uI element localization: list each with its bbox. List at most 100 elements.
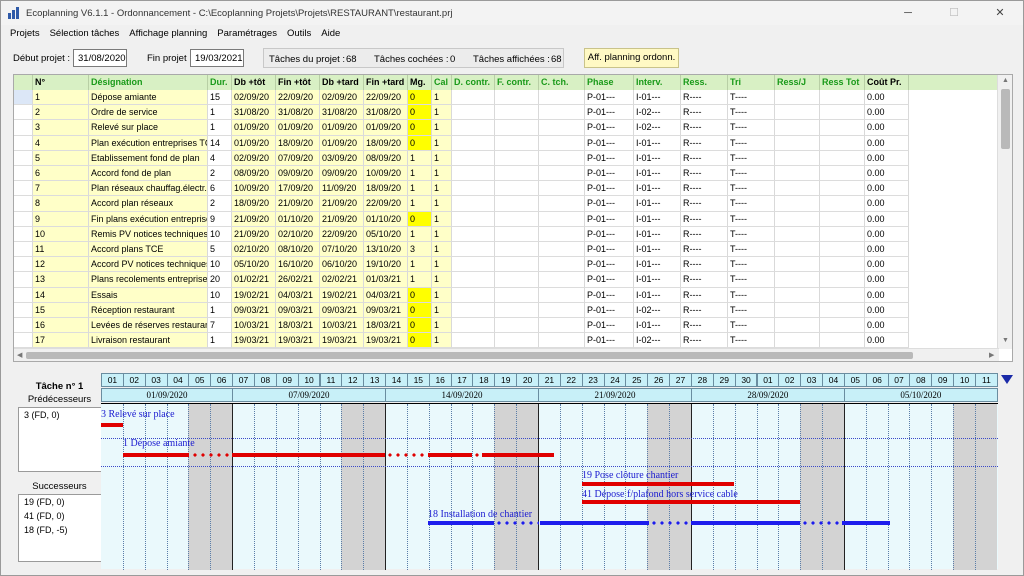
cell-ress[interactable]: R---- <box>681 150 728 166</box>
cell-c-tch[interactable] <box>539 318 585 334</box>
gantt-bar-task-18[interactable] <box>540 521 649 525</box>
cell-fin-tard[interactable]: 31/08/20 <box>364 105 408 121</box>
column-header-ress-j[interactable]: Ress/J <box>775 75 820 90</box>
cell-ress[interactable]: R---- <box>681 196 728 212</box>
table-row[interactable]: 1 Dépose amiante 15 02/09/20 22/09/20 02/09/2… <box>14 90 999 106</box>
cell-db-tard[interactable]: 01/09/20 <box>320 120 364 136</box>
gantt-timeline[interactable]: 3 Relevé sur place 1 Dépose amiante 19 Pos… <box>101 403 998 570</box>
cell-interv[interactable]: I-01--- <box>634 287 681 303</box>
cell-mg[interactable]: 0 <box>408 90 432 106</box>
cell-phase[interactable]: P-01--- <box>585 318 634 334</box>
cell-tri[interactable]: T---- <box>728 272 775 288</box>
cell-fin-tot[interactable]: 16/10/20 <box>276 257 320 273</box>
cell-cout-pr[interactable]: 0.00 <box>865 181 909 197</box>
cell-designation[interactable]: Réception restaurant <box>89 302 208 318</box>
start-date-field[interactable]: 31/08/2020 <box>73 49 127 67</box>
cell-d-contr[interactable] <box>452 166 495 182</box>
cell-mg[interactable]: 0 <box>408 318 432 334</box>
gantt-task-label[interactable]: 18 Installation de chantier <box>428 509 532 520</box>
scroll-right-icon[interactable]: ▶ <box>989 351 994 359</box>
cell-num[interactable]: 7 <box>33 181 89 197</box>
gantt-bar-task-18[interactable] <box>428 521 494 525</box>
table-row[interactable]: 3 Relevé sur place 1 01/09/20 01/09/20 01/09/… <box>14 120 999 136</box>
cell-ress[interactable]: R---- <box>681 105 728 121</box>
column-header-designation[interactable]: Désignation <box>89 75 208 90</box>
cell-ress[interactable]: R---- <box>681 242 728 258</box>
cell-interv[interactable]: I-01--- <box>634 196 681 212</box>
cell-cout-pr[interactable]: 0.00 <box>865 287 909 303</box>
scroll-down-icon[interactable]: ▼ <box>1002 337 1009 344</box>
row-selector[interactable] <box>14 318 33 334</box>
cell-ress[interactable]: R---- <box>681 287 728 303</box>
cell-ress[interactable]: R---- <box>681 302 728 318</box>
cell-ress-j[interactable] <box>775 135 820 151</box>
cell-fin-tard[interactable]: 10/09/20 <box>364 166 408 182</box>
cell-f-contr[interactable] <box>495 302 539 318</box>
cell-phase[interactable]: P-01--- <box>585 150 634 166</box>
successor-item[interactable]: 41 (FD, 0) <box>19 509 101 523</box>
cell-db-tard[interactable]: 02/09/20 <box>320 90 364 106</box>
cell-num[interactable]: 10 <box>33 226 89 242</box>
cell-ress[interactable]: R---- <box>681 135 728 151</box>
cell-designation[interactable]: Livraison restaurant <box>89 333 208 349</box>
gantt-task-label[interactable]: 1 Dépose amiante <box>123 438 195 449</box>
table-row[interactable]: 17 Livraison restaurant 1 19/03/21 19/03/21 1… <box>14 333 999 349</box>
cell-fin-tot[interactable]: 18/09/20 <box>276 135 320 151</box>
cell-ress[interactable]: R---- <box>681 226 728 242</box>
cell-dur[interactable]: 10 <box>208 257 232 273</box>
cell-c-tch[interactable] <box>539 226 585 242</box>
cell-d-contr[interactable] <box>452 242 495 258</box>
cell-c-tch[interactable] <box>539 90 585 106</box>
cell-cal[interactable]: 1 <box>432 287 452 303</box>
cell-cout-pr[interactable]: 0.00 <box>865 257 909 273</box>
cell-db-tot[interactable]: 18/09/20 <box>232 196 276 212</box>
cell-c-tch[interactable] <box>539 105 585 121</box>
cell-cal[interactable]: 1 <box>432 120 452 136</box>
cell-d-contr[interactable] <box>452 257 495 273</box>
row-selector[interactable] <box>14 166 33 182</box>
cell-cal[interactable]: 1 <box>432 302 452 318</box>
cell-fin-tot[interactable]: 09/03/21 <box>276 302 320 318</box>
cell-interv[interactable]: I-01--- <box>634 226 681 242</box>
gantt-bar-task-1[interactable] <box>428 453 472 457</box>
cell-ress-j[interactable] <box>775 272 820 288</box>
cell-ress-j[interactable] <box>775 242 820 258</box>
cell-d-contr[interactable] <box>452 90 495 106</box>
cell-ress-j[interactable] <box>775 257 820 273</box>
column-header-ress-tot[interactable]: Ress Tot <box>820 75 865 90</box>
cell-fin-tot[interactable]: 17/09/20 <box>276 181 320 197</box>
cell-mg[interactable]: 1 <box>408 257 432 273</box>
cell-phase[interactable]: P-01--- <box>585 181 634 197</box>
cell-interv[interactable]: I-01--- <box>634 135 681 151</box>
cell-tri[interactable]: T---- <box>728 242 775 258</box>
cell-interv[interactable]: I-01--- <box>634 211 681 227</box>
cell-fin-tot[interactable]: 01/10/20 <box>276 211 320 227</box>
cell-mg[interactable]: 0 <box>408 105 432 121</box>
table-row[interactable]: 7Plan réseaux chauffag.électr.plomb.610/… <box>14 181 999 197</box>
cell-ress-j[interactable] <box>775 196 820 212</box>
cell-phase[interactable]: P-01--- <box>585 242 634 258</box>
successor-item[interactable]: 19 (FD, 0) <box>19 495 101 509</box>
cell-cal[interactable]: 1 <box>432 90 452 106</box>
column-header-db-tard[interactable]: Db +tard <box>320 75 364 90</box>
cell-db-tard[interactable]: 01/09/20 <box>320 135 364 151</box>
cell-ress[interactable]: R---- <box>681 318 728 334</box>
cell-db-tot[interactable]: 02/10/20 <box>232 242 276 258</box>
cell-c-tch[interactable] <box>539 166 585 182</box>
column-header-c-tch[interactable]: C. tch. <box>539 75 585 90</box>
cell-c-tch[interactable] <box>539 211 585 227</box>
column-header-cal[interactable]: Cal <box>432 75 452 90</box>
cell-fin-tard[interactable]: 22/09/20 <box>364 90 408 106</box>
cell-fin-tot[interactable]: 26/02/21 <box>276 272 320 288</box>
cell-f-contr[interactable] <box>495 242 539 258</box>
cell-f-contr[interactable] <box>495 150 539 166</box>
cell-interv[interactable]: I-01--- <box>634 181 681 197</box>
cell-designation[interactable]: Fin plans exécution entreprises TCE <box>89 211 208 227</box>
cell-c-tch[interactable] <box>539 150 585 166</box>
cell-num[interactable]: 12 <box>33 257 89 273</box>
row-selector[interactable] <box>14 105 33 121</box>
cell-f-contr[interactable] <box>495 333 539 349</box>
cell-phase[interactable]: P-01--- <box>585 226 634 242</box>
gantt-task-label[interactable]: 19 Pose clôture chantier <box>582 470 678 481</box>
cell-num[interactable]: 17 <box>33 333 89 349</box>
